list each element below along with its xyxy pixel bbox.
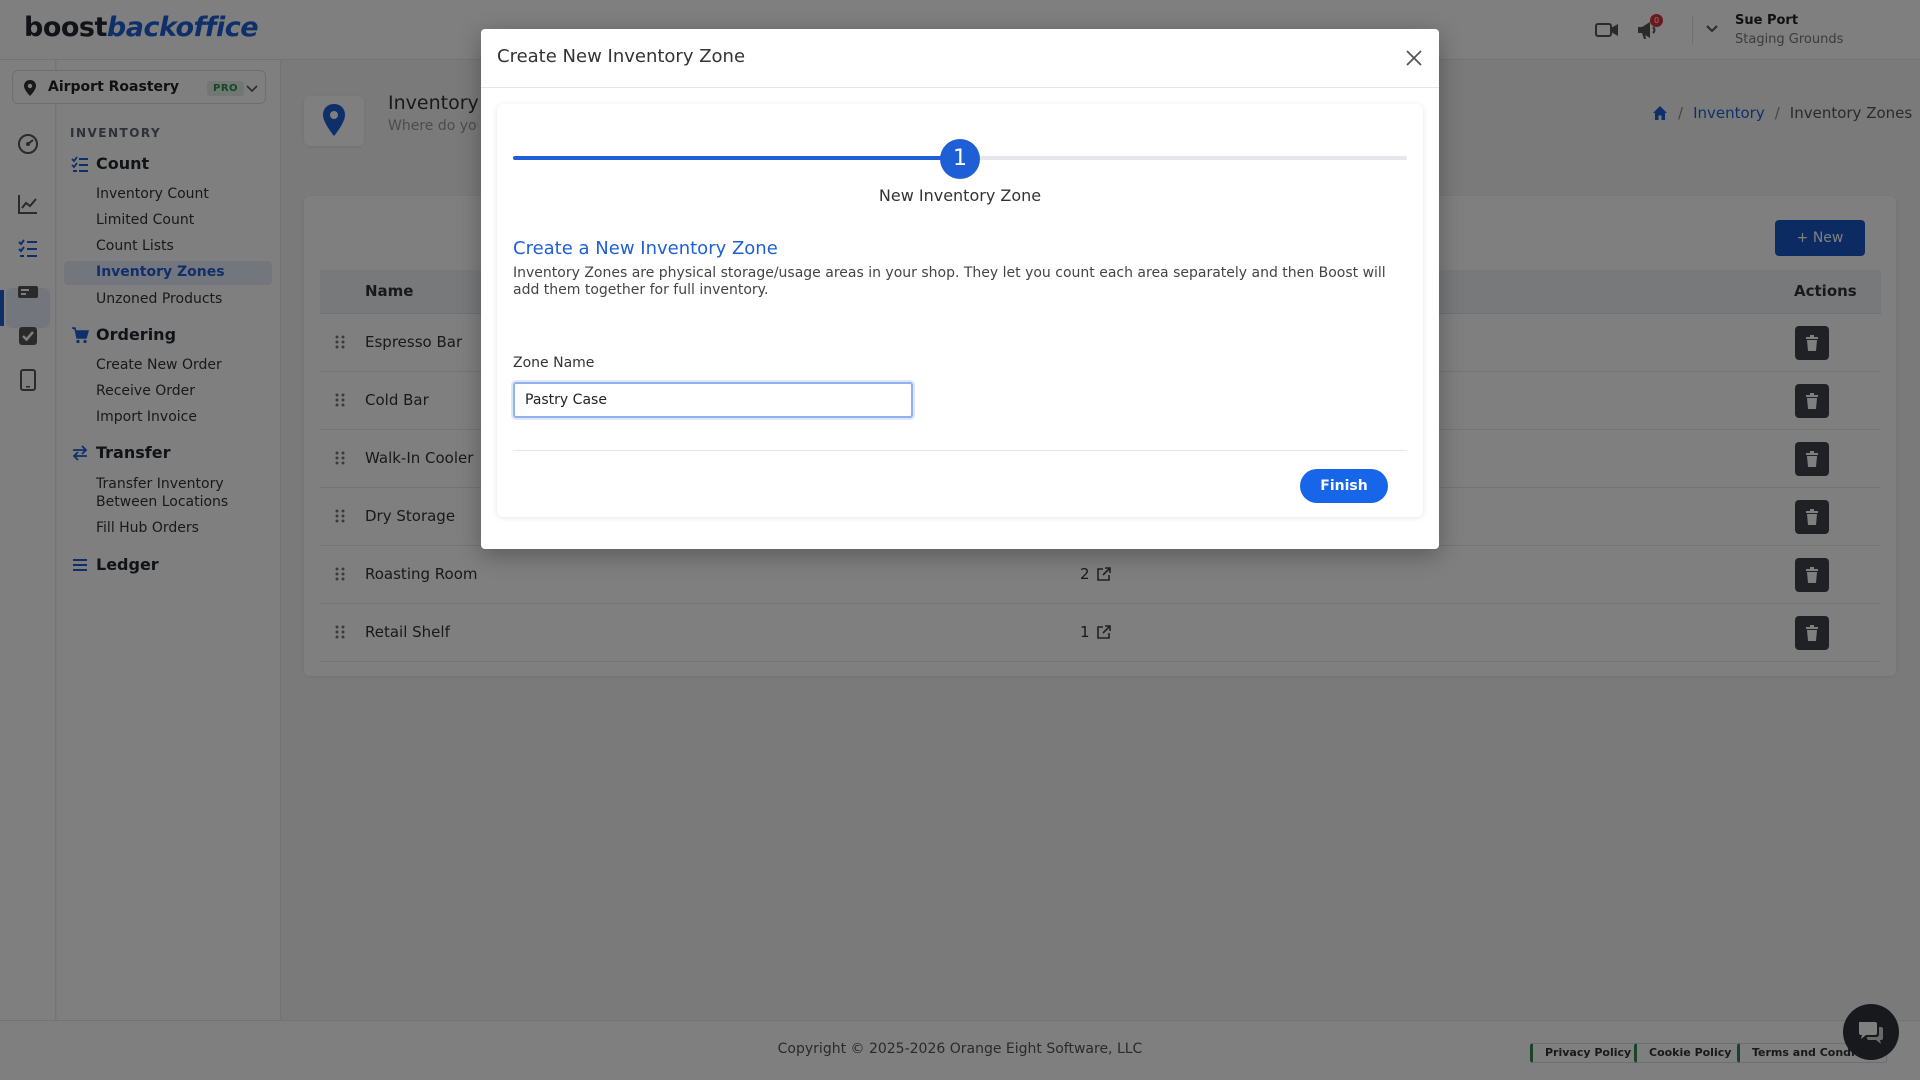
- step-indicator: 1: [940, 139, 980, 179]
- divider: [513, 450, 1407, 451]
- create-zone-modal: Create New Inventory Zone 1 New Inventor…: [481, 29, 1439, 549]
- form-description: Inventory Zones are physical storage/usa…: [513, 265, 1386, 298]
- modal-header: Create New Inventory Zone: [481, 29, 1439, 88]
- modal-title: Create New Inventory Zone: [497, 46, 746, 67]
- close-icon[interactable]: [1405, 49, 1423, 67]
- finish-button[interactable]: Finish: [1300, 469, 1388, 503]
- form-heading: Create a New Inventory Zone: [513, 238, 778, 259]
- zone-name-label: Zone Name: [513, 355, 595, 371]
- wizard-card: 1 New Inventory Zone Create a New Invent…: [497, 104, 1423, 517]
- zone-name-input[interactable]: [513, 382, 913, 418]
- step-label: New Inventory Zone: [878, 186, 1042, 205]
- progress-fill: [513, 156, 960, 160]
